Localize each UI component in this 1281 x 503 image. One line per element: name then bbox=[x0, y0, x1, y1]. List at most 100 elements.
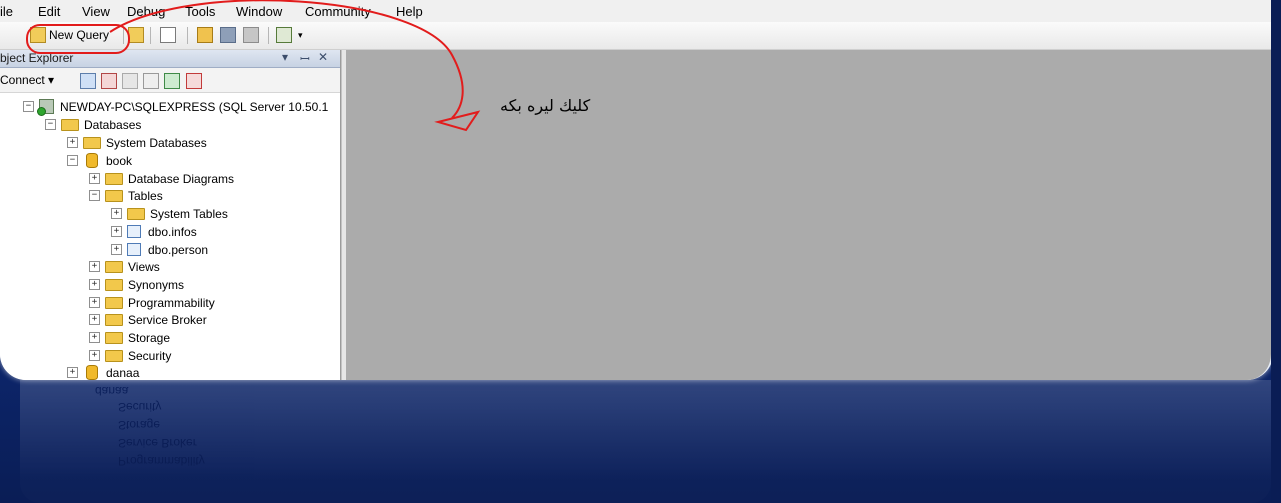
tree-node-database-diagrams[interactable]: + Database Diagrams bbox=[89, 170, 234, 187]
expand-icon[interactable]: + bbox=[89, 279, 100, 290]
menu-edit[interactable]: Edit bbox=[38, 4, 60, 19]
app-window: ile Edit View Debug Tools Window Communi… bbox=[0, 0, 1273, 380]
collapse-icon[interactable]: − bbox=[89, 190, 100, 201]
expand-icon[interactable]: + bbox=[111, 208, 122, 219]
connect-icon[interactable] bbox=[80, 73, 96, 89]
tree-label: Storage bbox=[128, 330, 171, 345]
reflection-text: danaa bbox=[95, 384, 129, 398]
object-explorer-toolbar: Connect ▾ bbox=[0, 68, 340, 93]
tree-node-system-databases[interactable]: + System Databases bbox=[67, 134, 207, 151]
menu-bar: ile Edit View Debug Tools Window Communi… bbox=[0, 0, 1271, 22]
tree-node-system-tables[interactable]: + System Tables bbox=[111, 205, 228, 222]
activity-monitor-icon bbox=[276, 27, 292, 43]
menu-help[interactable]: Help bbox=[396, 4, 423, 19]
print-icon bbox=[243, 27, 259, 43]
collapse-icon[interactable]: − bbox=[45, 119, 56, 130]
activity-icon[interactable] bbox=[186, 73, 202, 89]
stop-icon[interactable] bbox=[122, 73, 138, 89]
folder-icon bbox=[105, 331, 123, 344]
refresh-icon[interactable] bbox=[164, 73, 180, 89]
tree-label: Security bbox=[128, 348, 172, 363]
database-icon bbox=[86, 365, 98, 380]
tree-node-danaa[interactable]: + danaa bbox=[67, 364, 139, 380]
tree-node-views[interactable]: + Views bbox=[89, 258, 160, 275]
tree-label: Programmability bbox=[128, 295, 215, 310]
table-icon bbox=[127, 243, 141, 256]
menu-window[interactable]: Window bbox=[236, 4, 282, 19]
toolbar-overflow-button[interactable]: ▾ bbox=[298, 26, 303, 44]
right-border bbox=[1271, 0, 1281, 503]
reflection-text: Service Broker bbox=[118, 436, 197, 450]
close-icon[interactable]: ✕ bbox=[318, 50, 328, 64]
folder-icon bbox=[105, 189, 123, 202]
chevron-down-icon: ▾ bbox=[298, 29, 303, 40]
tree-node-dbo-person[interactable]: + dbo.person bbox=[111, 241, 208, 258]
save-icon bbox=[220, 27, 236, 43]
pin-icon[interactable]: ꟷ bbox=[300, 50, 310, 67]
database-query-icon bbox=[128, 27, 144, 43]
tree-label: System Tables bbox=[150, 206, 228, 221]
filter-icon[interactable] bbox=[143, 73, 159, 89]
disconnect-icon[interactable] bbox=[101, 73, 117, 89]
collapse-icon[interactable]: − bbox=[23, 101, 34, 112]
open-file-button[interactable] bbox=[197, 26, 216, 44]
tree-label: book bbox=[106, 153, 133, 168]
folder-icon bbox=[105, 260, 123, 273]
save-button[interactable] bbox=[220, 26, 239, 44]
menu-file[interactable]: ile bbox=[0, 4, 13, 19]
expand-icon[interactable]: + bbox=[111, 244, 122, 255]
expand-icon[interactable]: + bbox=[67, 367, 78, 378]
database-icon bbox=[86, 153, 98, 168]
expand-icon[interactable]: + bbox=[67, 137, 78, 148]
tree-node-storage[interactable]: + Storage bbox=[89, 329, 170, 346]
menu-view[interactable]: View bbox=[82, 4, 110, 19]
tree-node-server[interactable]: − NEWDAY-PC\SQLEXPRESS (SQL Server 10.50… bbox=[23, 98, 329, 116]
folder-icon bbox=[105, 278, 123, 291]
table-icon bbox=[127, 225, 141, 238]
folder-icon bbox=[105, 296, 123, 309]
tree-node-book[interactable]: − book bbox=[67, 152, 132, 169]
activity-monitor-button[interactable] bbox=[276, 26, 295, 44]
folder-icon bbox=[105, 349, 123, 362]
expand-icon[interactable]: + bbox=[89, 332, 100, 343]
highlight-circle bbox=[26, 24, 130, 54]
collapse-icon[interactable]: − bbox=[67, 155, 78, 166]
menu-tools[interactable]: Tools bbox=[185, 4, 215, 19]
tree-label: Tables bbox=[128, 188, 163, 203]
toolbar-separator bbox=[268, 27, 269, 44]
expand-icon[interactable]: + bbox=[89, 297, 100, 308]
toolbar-separator bbox=[150, 27, 151, 44]
expand-icon[interactable]: + bbox=[111, 226, 122, 237]
expand-icon[interactable]: + bbox=[89, 261, 100, 272]
tree-node-tables[interactable]: − Tables bbox=[89, 187, 163, 204]
panel-dropdown-icon[interactable]: ▾ bbox=[282, 50, 288, 64]
print-button[interactable] bbox=[243, 26, 262, 44]
tree-node-service-broker[interactable]: + Service Broker bbox=[89, 311, 207, 328]
tree-label: dbo.infos bbox=[148, 224, 197, 239]
folder-icon bbox=[127, 207, 145, 220]
expand-icon[interactable]: + bbox=[89, 314, 100, 325]
tree-node-synonyms[interactable]: + Synonyms bbox=[89, 276, 184, 293]
query-file-icon bbox=[160, 27, 176, 43]
tree-node-dbo-infos[interactable]: + dbo.infos bbox=[111, 223, 197, 240]
analysis-query-button[interactable] bbox=[160, 26, 179, 44]
menu-community[interactable]: Community bbox=[305, 4, 371, 19]
folder-icon bbox=[83, 136, 101, 149]
server-icon bbox=[37, 99, 54, 116]
tree-label: Views bbox=[128, 259, 160, 274]
folder-icon bbox=[61, 118, 79, 131]
tree-node-programmability[interactable]: + Programmability bbox=[89, 294, 215, 311]
tree-label: Database Diagrams bbox=[128, 171, 235, 186]
expand-icon[interactable]: + bbox=[89, 350, 100, 361]
reflection-text: Programmability bbox=[118, 454, 205, 468]
connect-button[interactable]: Connect ▾ bbox=[0, 73, 54, 87]
standard-toolbar: New Query ▾ bbox=[0, 22, 1271, 50]
tree-label: Service Broker bbox=[128, 312, 207, 327]
tree-label: NEWDAY-PC\SQLEXPRESS (SQL Server 10.50.1 bbox=[60, 99, 329, 114]
tree-node-security[interactable]: + Security bbox=[89, 347, 171, 364]
menu-debug[interactable]: Debug bbox=[127, 4, 165, 19]
expand-icon[interactable]: + bbox=[89, 173, 100, 184]
tree-node-databases[interactable]: − Databases bbox=[45, 116, 141, 133]
tree-label: dbo.person bbox=[148, 242, 209, 257]
database-engine-query-button[interactable] bbox=[128, 26, 147, 44]
